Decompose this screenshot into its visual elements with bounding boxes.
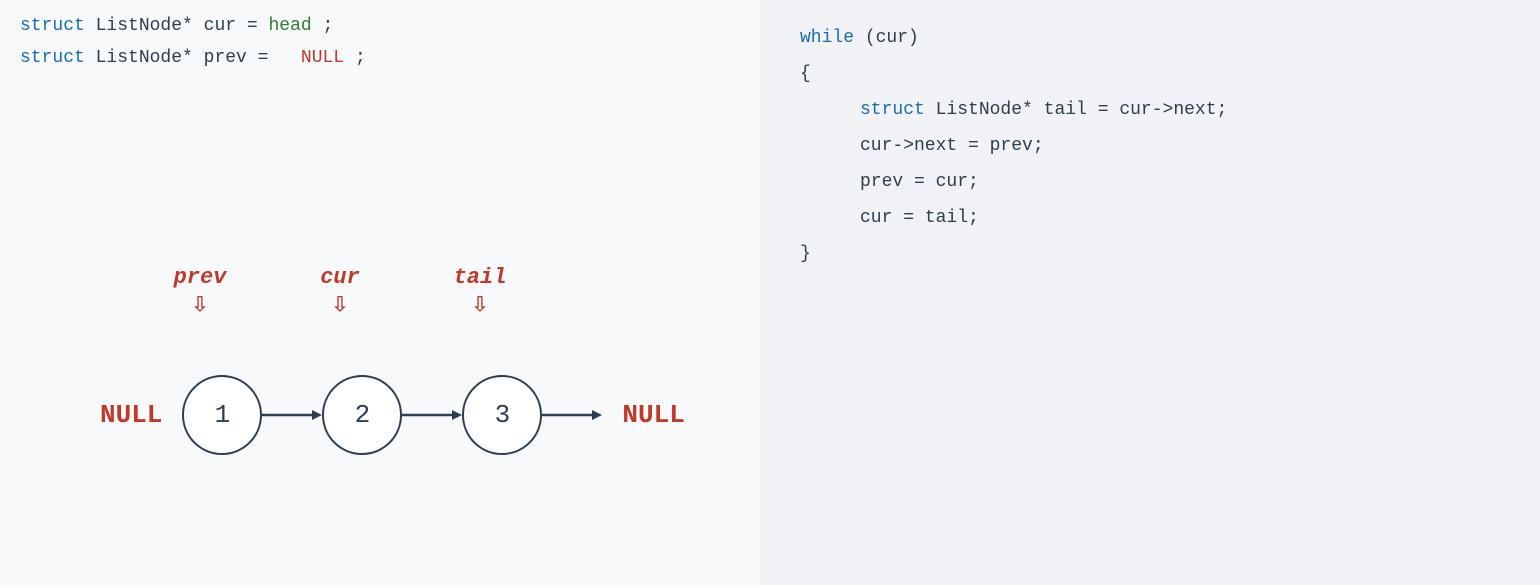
close-brace-line: } xyxy=(800,236,1500,272)
node-3: 3 xyxy=(462,375,542,455)
right-line-3: prev = cur; xyxy=(800,164,1500,200)
diagram-area: prev ⇩ cur ⇩ tail ⇩ NULL 1 xyxy=(0,265,760,565)
arrow-2-3 xyxy=(402,405,462,425)
line3-text: prev = cur; xyxy=(860,172,979,192)
right-panel: while (cur) { struct ListNode* tail = cu… xyxy=(760,0,1540,585)
code-line-2: struct ListNode* prev = NULL ; xyxy=(20,42,740,74)
null-right: NULL xyxy=(622,400,684,430)
label-prev: prev ⇩ xyxy=(155,265,245,321)
type-1: ListNode* xyxy=(96,16,193,36)
struct-kw-1: struct xyxy=(20,16,85,36)
type-r1: ListNode* xyxy=(936,100,1033,120)
right-line-2: cur->next = prev; xyxy=(800,128,1500,164)
open-brace: { xyxy=(800,64,811,84)
val-r1: cur->next; xyxy=(1119,100,1227,120)
node-2: 2 xyxy=(322,375,402,455)
val-2: NULL xyxy=(301,48,344,68)
node-1: 1 xyxy=(182,375,262,455)
code-block-left: struct ListNode* cur = head ; struct Lis… xyxy=(20,10,740,75)
label-cur: cur ⇩ xyxy=(300,265,380,321)
right-line-4: cur = tail; xyxy=(800,200,1500,236)
nodes-row: NULL 1 2 3 xyxy=(100,375,685,455)
right-code-block: while (cur) { struct ListNode* tail = cu… xyxy=(780,10,1520,282)
arrow-svg-3 xyxy=(542,405,602,425)
arrow-1-2 xyxy=(262,405,322,425)
close-brace: } xyxy=(800,244,811,264)
pointer-labels: prev ⇩ cur ⇩ tail ⇩ xyxy=(155,265,520,321)
null-left: NULL xyxy=(100,400,162,430)
arrow-svg-1 xyxy=(262,405,322,425)
val-1: head xyxy=(268,16,311,36)
while-kw: while xyxy=(800,28,854,48)
type-2: ListNode* xyxy=(96,48,193,68)
arrow-3-null xyxy=(542,405,602,425)
code-line-1: struct ListNode* cur = head ; xyxy=(20,10,740,42)
tail-arrow-icon: ⇩ xyxy=(472,286,489,321)
line4-text: cur = tail; xyxy=(860,208,979,228)
var-2: prev = xyxy=(204,48,290,68)
op-r1: = xyxy=(1098,100,1109,120)
struct-kw-2: struct xyxy=(20,48,85,68)
label-tail: tail ⇩ xyxy=(440,265,520,321)
prev-arrow-icon: ⇩ xyxy=(192,286,209,321)
var-1: cur = xyxy=(204,16,269,36)
semi-1: ; xyxy=(323,16,334,36)
var-r1: tail xyxy=(1044,100,1098,120)
right-line-1: struct ListNode* tail = cur->next; xyxy=(800,92,1500,128)
left-panel: struct ListNode* cur = head ; struct Lis… xyxy=(0,0,760,585)
cur-arrow-icon: ⇩ xyxy=(332,286,349,321)
while-line: while (cur) xyxy=(800,20,1500,56)
while-cond: (cur) xyxy=(865,28,919,48)
arrow-svg-2 xyxy=(402,405,462,425)
semi-2: ; xyxy=(355,48,366,68)
line2-text: cur->next = prev; xyxy=(860,136,1044,156)
struct-kw-r1: struct xyxy=(860,100,925,120)
open-brace-line: { xyxy=(800,56,1500,92)
